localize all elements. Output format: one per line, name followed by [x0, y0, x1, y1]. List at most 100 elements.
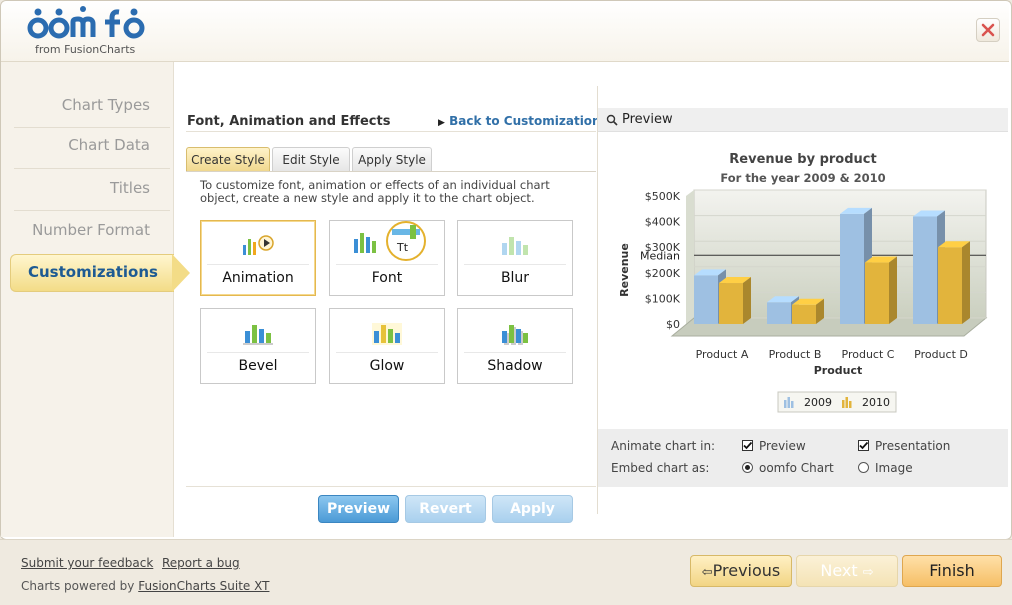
animation-chart-icon: [243, 235, 274, 255]
legend-label: 2010: [862, 396, 890, 409]
arrow-right-icon: ⇨: [862, 565, 874, 580]
oomfo-chart-radio-label: oomfo Chart: [759, 461, 834, 475]
style-card-font[interactable]: Tt Font: [329, 220, 445, 296]
x-tick-label: Product C: [842, 348, 895, 361]
style-card-label: Shadow: [487, 358, 543, 374]
revert-button[interactable]: Revert: [405, 495, 486, 523]
style-card-label: Bevel: [238, 358, 278, 374]
style-card-label: Glow: [369, 358, 405, 374]
style-card-animation[interactable]: Animation: [200, 220, 316, 296]
report-bug-link[interactable]: Report a bug: [162, 556, 240, 570]
divider: [464, 352, 566, 353]
active-arrow: [172, 254, 190, 292]
bevel-chart-icon: [243, 325, 273, 345]
divider: [336, 352, 438, 353]
sidebar-item-chart-types[interactable]: Chart Types: [14, 96, 170, 128]
image-radio-label: Image: [875, 461, 913, 475]
divider: [186, 486, 596, 487]
apply-button[interactable]: Apply: [492, 495, 573, 523]
preview-button[interactable]: Preview: [318, 495, 399, 523]
bar-2010-3: [938, 241, 970, 324]
y-axis-title: Revenue: [618, 243, 631, 297]
divider: [186, 171, 596, 172]
divider: [464, 264, 566, 265]
sidebar-item-label: Customizations: [28, 263, 158, 281]
previous-label: Previous: [712, 561, 781, 580]
tab-edit-style[interactable]: Edit Style: [272, 147, 350, 171]
powered-by-text: Charts powered by FusionCharts Suite XT: [21, 579, 269, 593]
style-card-bevel[interactable]: Bevel: [200, 308, 316, 384]
arrow-left-icon: ⇦: [701, 565, 713, 580]
x-tick-label: Product D: [914, 348, 968, 361]
style-card-shadow[interactable]: Shadow: [457, 308, 573, 384]
y-tick-label: $200K: [645, 267, 681, 280]
section-title: Font, Animation and Effects: [187, 114, 391, 129]
chart-title: Revenue by product: [729, 152, 877, 167]
divider: [207, 352, 309, 353]
x-tick-label: Product B: [769, 348, 822, 361]
preview-checkbox[interactable]: [742, 440, 753, 451]
preview-checkbox-label: Preview: [759, 439, 806, 453]
preview-header-label: Preview: [622, 112, 673, 127]
back-to-customization-link[interactable]: ▶ Back to Customization: [438, 114, 601, 128]
tab-apply-style[interactable]: Apply Style: [352, 147, 432, 171]
sidebar-item-number-format[interactable]: Number Format: [14, 221, 170, 253]
preview-options: [598, 429, 1008, 487]
image-radio[interactable]: [858, 462, 869, 473]
close-button[interactable]: [976, 18, 1000, 42]
finish-button[interactable]: Finish: [902, 555, 1002, 587]
animate-label: Animate chart in:: [611, 439, 716, 453]
fusioncharts-link[interactable]: FusionCharts Suite XT: [138, 579, 269, 593]
presentation-checkbox-label: Presentation: [875, 439, 951, 453]
sidebar-item-titles[interactable]: Titles: [14, 179, 170, 211]
style-card-blur[interactable]: Blur: [457, 220, 573, 296]
sidebar-item-label: Chart Types: [61, 96, 150, 114]
oomfo-chart-radio[interactable]: [742, 462, 753, 473]
magnifier-icon: [606, 114, 618, 126]
back-link-label: Back to Customization: [449, 114, 601, 128]
divider: [336, 264, 438, 265]
embed-label: Embed chart as:: [611, 461, 710, 475]
y-tick-label: $100K: [645, 292, 681, 305]
presentation-checkbox[interactable]: [858, 440, 869, 451]
previous-button[interactable]: ⇦Previous: [690, 555, 792, 587]
powered-prefix: Charts powered by: [21, 579, 135, 593]
check-icon: [743, 441, 753, 450]
logo-subtitle: from FusionCharts: [35, 43, 136, 56]
font-badge-text: Tt: [396, 241, 409, 254]
triangle-right-icon: ▶: [438, 118, 445, 128]
sidebar-item-chart-data[interactable]: Chart Data: [14, 136, 170, 169]
side-wall: [686, 190, 694, 324]
radio-dot: [745, 465, 750, 470]
divider: [0, 539, 1012, 540]
x-axis-title: Product: [814, 364, 863, 377]
bar-2010-1: [792, 298, 824, 324]
style-card-glow[interactable]: Glow: [329, 308, 445, 384]
style-card-label: Font: [371, 270, 403, 286]
description-text: To customize font, animation or effects …: [200, 178, 550, 205]
sidebar-item-label: Chart Data: [68, 136, 150, 154]
divider: [207, 264, 309, 265]
next-label: Next: [820, 561, 858, 580]
blur-chart-icon: [502, 237, 528, 255]
style-card-label: Blur: [500, 270, 530, 286]
tab-create-style[interactable]: Create Style: [186, 147, 270, 171]
x-tick-label: Product A: [696, 348, 749, 361]
check-icon: [859, 441, 869, 450]
close-icon: [981, 23, 995, 37]
feedback-link[interactable]: Submit your feedback: [21, 556, 153, 570]
y-tick-label: $500K: [645, 190, 681, 203]
bar-2010-0: [719, 277, 751, 324]
shadow-chart-icon: [502, 325, 528, 345]
glow-chart-icon: [372, 323, 402, 345]
style-card-label: Animation: [222, 270, 294, 286]
bar-2010-2: [865, 256, 897, 324]
chart-subtitle: For the year 2009 & 2010: [720, 171, 886, 185]
trendline-label: Median: [640, 249, 680, 262]
revenue-chart: $0$100K$200K$300K$400K$500KMedianProduct…: [618, 189, 988, 413]
next-button[interactable]: Next ⇨: [796, 555, 898, 587]
y-tick-label: $400K: [645, 216, 681, 229]
sidebar-item-label: Number Format: [32, 221, 150, 239]
legend-label: 2009: [804, 396, 832, 409]
sidebar-item-label: Titles: [110, 179, 150, 197]
